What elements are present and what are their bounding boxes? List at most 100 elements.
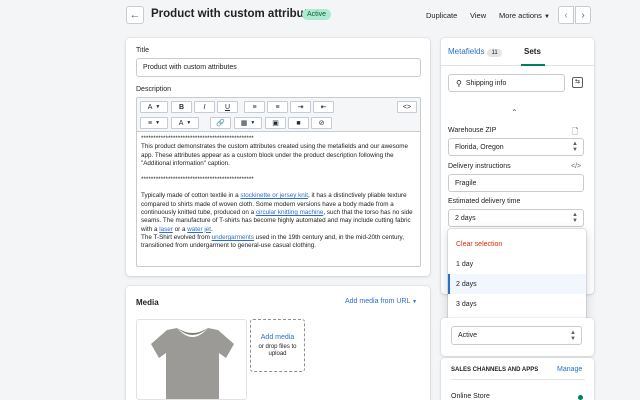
editor-toolbar: A ▼ B I U ≡ ≡ ⇥ ⇤ <> ≡ ▼ A ▼ 🔗 ▦ ▼ ▣ ■ ⊘ <box>137 98 420 132</box>
add-media-button[interactable]: Add media <box>251 334 304 341</box>
indent-button[interactable]: ⇥ <box>290 101 311 113</box>
chevron-left-icon: ‹ <box>564 9 568 21</box>
next-product-button[interactable]: › <box>575 6 591 24</box>
metafield-set-select[interactable]: ⚲ Shipping info <box>448 74 565 92</box>
estimated-delivery-label: Estimated delivery time <box>448 198 521 205</box>
numbered-list-button[interactable]: ≡ <box>267 101 288 113</box>
italic-button[interactable]: I <box>194 101 215 113</box>
image-icon: ▣ <box>272 120 279 127</box>
code-icon: </> <box>571 163 582 170</box>
select-caret-icon: ▲ ▼ <box>570 329 576 342</box>
previous-product-button[interactable]: ‹ <box>558 6 574 24</box>
show-html-button[interactable]: <> <box>397 101 417 113</box>
intro-paragraph: This product demonstrates the custom att… <box>141 143 409 167</box>
chevron-down-icon: ▼ <box>412 299 418 305</box>
clear-formatting-button[interactable]: ⊘ <box>311 117 332 129</box>
title-label: Title <box>136 47 149 54</box>
add-media-from-url-button[interactable]: Add media from URL ▼ <box>345 298 417 305</box>
select-caret-icon: ▲ ▼ <box>572 212 578 224</box>
delivery-label: Delivery instructions <box>448 163 511 170</box>
link-water-jet[interactable]: water jet <box>187 226 211 233</box>
tshirt-image <box>151 328 234 399</box>
more-actions-label: More actions <box>499 11 542 20</box>
font-style-label: A <box>147 103 153 111</box>
underline-button[interactable]: U <box>217 101 238 113</box>
collapse-up-icon[interactable]: ⌃ <box>511 108 518 117</box>
text-run: . <box>211 225 213 233</box>
numbered-list-icon: ≡ <box>275 103 280 111</box>
insert-video-button[interactable]: ■ <box>288 117 309 129</box>
title-input[interactable]: Product with custom attributes <box>136 58 421 77</box>
add-media-url-label: Add media from URL <box>345 298 411 305</box>
estimated-delivery-value: 2 days <box>455 214 476 222</box>
product-image-thumbnail[interactable] <box>136 319 247 400</box>
sales-channels-title: SALES CHANNELS AND APPS <box>451 367 539 373</box>
outdent-icon: ⇤ <box>320 104 327 111</box>
duplicate-button[interactable]: Duplicate <box>426 11 457 20</box>
editor-content[interactable]: ****************************************… <box>137 132 420 254</box>
link-undergarments[interactable]: undergarments <box>212 234 254 241</box>
bullet-list-button[interactable]: ≡ <box>244 101 265 113</box>
font-style-button[interactable]: A ▼ <box>140 101 168 113</box>
search-icon: ⚲ <box>456 78 462 88</box>
metafields-tabs: Metafields 11 Sets <box>441 38 594 66</box>
estimated-delivery-select[interactable]: 2 days ▲ ▼ <box>448 209 584 227</box>
status-badge: Active <box>302 9 332 20</box>
back-button[interactable]: ← <box>126 6 144 24</box>
link-icon: 🔗 <box>216 120 225 127</box>
manage-sales-channels-link[interactable]: Manage <box>557 366 582 373</box>
tab-metafields-label: Metafields <box>448 47 485 56</box>
delivery-instructions-input[interactable]: Fragile <box>448 174 584 192</box>
video-icon: ■ <box>296 119 301 127</box>
tab-metafields[interactable]: Metafields 11 <box>448 47 502 57</box>
warehouse-label: Warehouse ZIP <box>448 127 497 134</box>
bold-button[interactable]: B <box>171 101 192 113</box>
table-icon: ▦ <box>240 120 248 127</box>
option-3-days[interactable]: 3 days <box>448 294 586 314</box>
more-actions-button[interactable]: More actions ▼ <box>499 11 550 20</box>
metafield-set-value: Shipping info <box>465 79 507 87</box>
link-stockinette[interactable]: stockinette or jersey knit <box>240 192 308 199</box>
insert-table-button[interactable]: ▦ ▼ <box>234 117 262 129</box>
caret-icon: ▼ <box>186 120 192 126</box>
online-store-label: Online Store <box>451 393 490 400</box>
text-color-label: A <box>178 119 184 127</box>
option-1-day[interactable]: 1 day <box>448 254 586 274</box>
product-status-select[interactable]: Active ▲ ▼ <box>451 326 582 345</box>
caret-icon: ▼ <box>155 120 161 126</box>
select-caret-icon: ▲ ▼ <box>572 141 578 153</box>
warehouse-zip-select[interactable]: Florida, Oregon ▲ ▼ <box>448 138 584 156</box>
online-store-status-dot <box>578 395 583 400</box>
align-left-icon: ≡ <box>147 119 153 127</box>
align-button[interactable]: ≡ ▼ <box>140 117 168 129</box>
link-circular-knitting[interactable]: circular knitting machine <box>256 209 324 216</box>
option-2-days[interactable]: 2 days <box>448 274 586 294</box>
text-run: The T-Shirt evolved from <box>141 233 212 241</box>
manage-sets-icon[interactable]: ⇆ <box>572 77 583 88</box>
view-button[interactable]: View <box>470 11 486 20</box>
drop-hint: or drop files to upload <box>258 344 297 357</box>
description-label: Description <box>136 86 172 93</box>
warehouse-value: Florida, Oregon <box>455 143 504 151</box>
text-run: or a <box>172 225 188 233</box>
media-dropzone[interactable]: Add media or drop files to upload <box>250 319 305 372</box>
body-paragraph: Typically made of cotton textile in a st… <box>141 192 416 250</box>
text-color-button[interactable]: A ▼ <box>171 117 199 129</box>
page-title: Product with custom attributes <box>151 8 321 20</box>
option-clear-selection[interactable]: Clear selection <box>448 234 586 254</box>
chevron-right-icon: › <box>581 9 585 21</box>
divider <box>451 379 585 380</box>
description-editor[interactable]: A ▼ B I U ≡ ≡ ⇥ ⇤ <> ≡ ▼ A ▼ 🔗 ▦ ▼ ▣ ■ ⊘ ***… <box>136 97 421 267</box>
outdent-button[interactable]: ⇤ <box>313 101 334 113</box>
insert-image-button[interactable]: ▣ <box>265 117 286 129</box>
link-laser[interactable]: laser <box>159 226 173 233</box>
media-title: Media <box>136 298 159 307</box>
tab-sets-underline <box>521 64 545 66</box>
insert-link-button[interactable]: 🔗 <box>210 117 231 129</box>
text-run: Typically made of cotton textile in a <box>141 192 241 200</box>
arrow-left-icon: ← <box>129 9 141 21</box>
tab-sets[interactable]: Sets <box>524 47 541 56</box>
estimated-delivery-dropdown: Clear selection 1 day 2 days 3 days <box>448 229 586 320</box>
chevron-down-icon: ▼ <box>544 14 550 20</box>
bullet-list-icon: ≡ <box>252 103 257 111</box>
